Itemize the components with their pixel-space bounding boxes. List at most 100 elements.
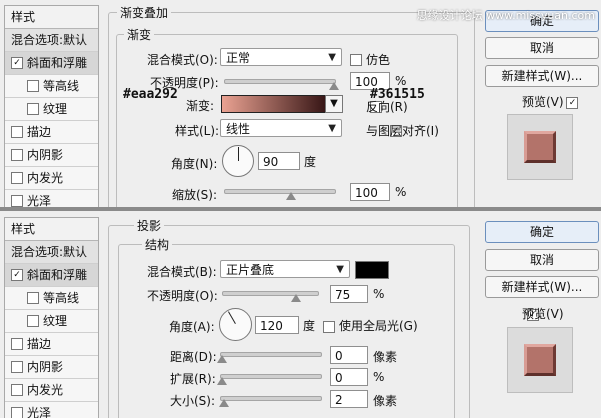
- dither-checkbox[interactable]: [350, 53, 362, 66]
- distance-slider[interactable]: [220, 352, 322, 357]
- style-item-inner-shadow[interactable]: 内阴影: [5, 356, 98, 379]
- gradient-preview-bar[interactable]: [221, 95, 327, 113]
- inner-glow-checkbox[interactable]: [11, 171, 23, 184]
- angle-label: 角度(N):: [171, 157, 218, 171]
- style-item-label: 内阴影: [27, 360, 64, 374]
- blend-mode-dropdown[interactable]: 正常 ▼: [220, 48, 342, 66]
- style-item-label: 内发光: [27, 171, 64, 185]
- satin-checkbox[interactable]: [11, 406, 23, 418]
- distance-unit: 像素: [373, 350, 398, 364]
- dither-label: 仿色: [366, 53, 391, 67]
- style-item-stroke[interactable]: 描边: [5, 121, 98, 144]
- size-slider-thumb[interactable]: [219, 399, 229, 407]
- style-item-label: 等高线: [43, 291, 80, 305]
- opacity-slider-thumb[interactable]: [329, 82, 339, 90]
- style-item-inner-shadow[interactable]: 内阴影: [5, 144, 98, 167]
- new-style-button[interactable]: 新建样式(W)...: [485, 65, 599, 87]
- scale-label: 缩放(S):: [172, 188, 218, 202]
- angle-dial[interactable]: [219, 308, 252, 341]
- spread-slider[interactable]: [220, 374, 322, 379]
- angle-dial[interactable]: [222, 145, 254, 177]
- opacity-slider[interactable]: [222, 291, 319, 296]
- texture-checkbox[interactable]: [27, 314, 39, 327]
- blend-mode-label: 混合模式(B):: [147, 265, 217, 279]
- bevel-checkbox[interactable]: ✓: [11, 56, 23, 69]
- style-list-header: 样式: [5, 218, 98, 241]
- section-title: 渐变叠加: [117, 4, 172, 21]
- style-dropdown[interactable]: 线性 ▼: [220, 119, 342, 137]
- style-item-label: 内阴影: [27, 148, 64, 162]
- new-style-button[interactable]: 新建样式(W)...: [485, 276, 599, 298]
- style-list: 样式 混合选项:默认 ✓ 斜面和浮雕 等高线 纹理 描边 内阴影 内发光 光泽: [4, 217, 99, 418]
- angle-input[interactable]: 120: [255, 316, 299, 334]
- style-value: 线性: [226, 122, 251, 136]
- inner-shadow-checkbox[interactable]: [11, 360, 23, 373]
- shadow-color-swatch[interactable]: [355, 261, 389, 279]
- scale-slider-thumb[interactable]: [286, 192, 296, 200]
- contour-checkbox[interactable]: [27, 79, 39, 92]
- global-light-label: 使用全局光(G): [339, 319, 418, 333]
- spread-slider-thumb[interactable]: [217, 377, 227, 385]
- satin-checkbox[interactable]: [11, 194, 23, 207]
- cancel-button[interactable]: 取消: [485, 37, 599, 59]
- global-light-checkbox[interactable]: [323, 320, 335, 333]
- bevel-checkbox[interactable]: ✓: [11, 268, 23, 281]
- inner-shadow-checkbox[interactable]: [11, 148, 23, 161]
- end-color-hex: #361515: [370, 87, 425, 102]
- contour-checkbox[interactable]: [27, 291, 39, 304]
- size-slider[interactable]: [220, 396, 322, 401]
- opacity-slider-thumb[interactable]: [291, 294, 301, 302]
- style-item-satin[interactable]: 光泽: [5, 402, 98, 418]
- stroke-checkbox[interactable]: [11, 125, 23, 138]
- distance-input[interactable]: 0: [330, 346, 368, 364]
- chevron-down-icon: ▼: [328, 52, 336, 63]
- spread-input[interactable]: 0: [330, 368, 368, 386]
- chevron-down-icon[interactable]: ▼: [325, 95, 343, 113]
- angle-input[interactable]: 90: [258, 152, 300, 170]
- style-item-texture[interactable]: 纹理: [5, 310, 98, 333]
- size-input[interactable]: 2: [330, 390, 368, 408]
- texture-checkbox[interactable]: [27, 102, 39, 115]
- style-item-bevel-emboss[interactable]: ✓ 斜面和浮雕: [5, 264, 98, 287]
- inner-glow-checkbox[interactable]: [11, 383, 23, 396]
- preview-checkbox[interactable]: ✓: [566, 96, 579, 109]
- preview-label: 预览(V): [522, 95, 564, 109]
- ok-button[interactable]: 确定: [485, 221, 599, 243]
- style-list: 样式 混合选项:默认 ✓ 斜面和浮雕 等高线 纹理 描边 内阴影 内发光 光泽: [4, 5, 99, 207]
- opacity-unit: %: [395, 74, 407, 88]
- angle-label: 角度(A):: [169, 320, 215, 334]
- style-item-label: 描边: [27, 125, 52, 139]
- style-item-satin[interactable]: 光泽: [5, 190, 98, 207]
- group-title: 结构: [142, 236, 173, 253]
- scale-slider[interactable]: [224, 189, 336, 194]
- style-item-label: 纹理: [43, 314, 68, 328]
- style-item-label: 斜面和浮雕: [27, 268, 88, 282]
- cancel-button[interactable]: 取消: [485, 249, 599, 271]
- style-item-texture[interactable]: 纹理: [5, 98, 98, 121]
- scale-input[interactable]: 100: [350, 183, 390, 201]
- blend-mode-dropdown[interactable]: 正片叠底 ▼: [220, 260, 350, 278]
- angle-hand: [238, 147, 239, 161]
- style-item-stroke[interactable]: 描边: [5, 333, 98, 356]
- bevel-preview-shape: [524, 344, 556, 376]
- bevel-preview-shape: [524, 131, 556, 163]
- distance-slider-thumb[interactable]: [217, 355, 227, 363]
- style-list-blend-options[interactable]: 混合选项:默认: [5, 29, 98, 52]
- stroke-checkbox[interactable]: [11, 337, 23, 350]
- style-list-blend-options[interactable]: 混合选项:默认: [5, 241, 98, 264]
- opacity-slider[interactable]: [224, 79, 336, 84]
- style-item-contour[interactable]: 等高线: [5, 75, 98, 98]
- start-color-hex: #eaa292: [123, 87, 178, 102]
- style-label: 样式(L):: [175, 124, 220, 138]
- opacity-input[interactable]: 75: [330, 285, 368, 303]
- style-item-inner-glow[interactable]: 内发光: [5, 379, 98, 402]
- blend-mode-value: 正常: [226, 51, 251, 65]
- style-item-bevel-emboss[interactable]: ✓ 斜面和浮雕: [5, 52, 98, 75]
- style-item-contour[interactable]: 等高线: [5, 287, 98, 310]
- align-layer-label: 与图层对齐(I): [366, 124, 439, 138]
- style-preview: [507, 114, 573, 180]
- style-item-inner-glow[interactable]: 内发光: [5, 167, 98, 190]
- gradient-label: 渐变:: [186, 99, 215, 113]
- section-title: 投影: [134, 217, 165, 234]
- style-preview: [507, 327, 573, 393]
